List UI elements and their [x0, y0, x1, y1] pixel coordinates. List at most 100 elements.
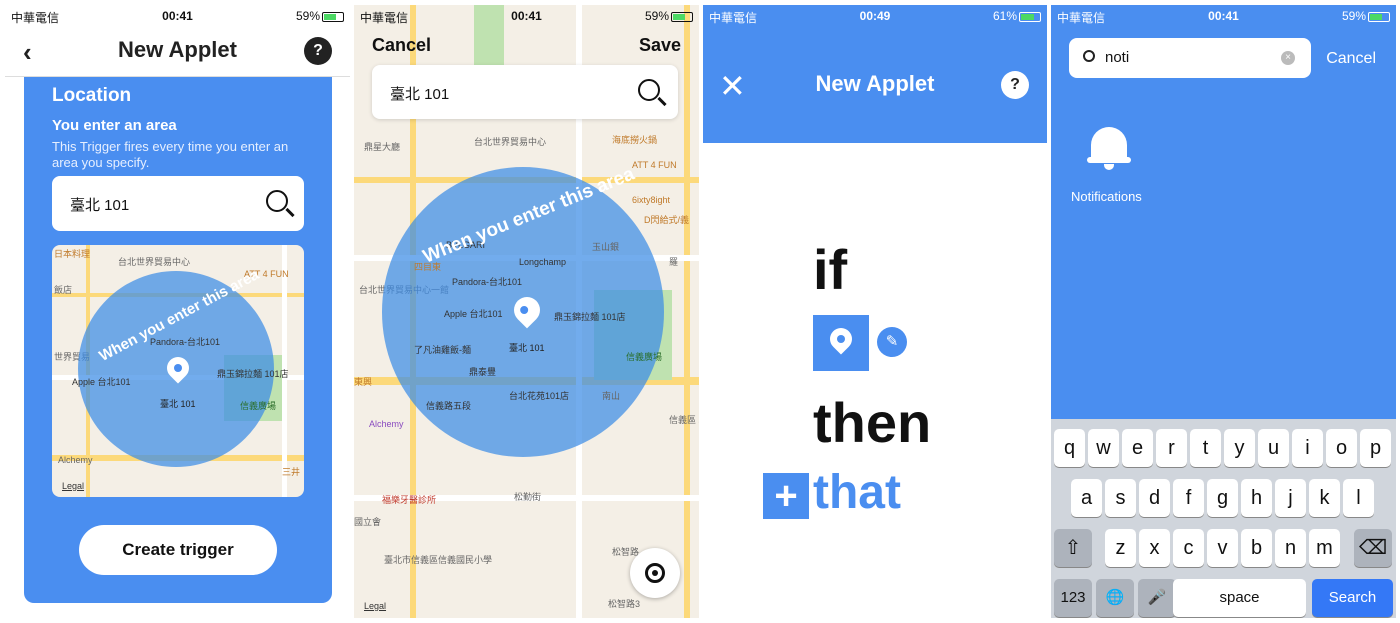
- trigger-card: Location You enter an area This Trigger …: [24, 77, 332, 603]
- search-icon[interactable]: [638, 79, 660, 101]
- key[interactable]: c: [1173, 529, 1204, 567]
- add-action-icon[interactable]: +: [763, 473, 809, 519]
- result-label[interactable]: Notifications: [1071, 189, 1142, 204]
- map-poi: Pandora-台北101: [452, 277, 523, 287]
- panel-location-trigger: 中華電信 00:41 59% ‹ New Applet ? Location Y…: [5, 5, 350, 618]
- search-value: 臺北 101: [70, 197, 130, 214]
- then-label: then: [813, 391, 932, 454]
- battery-percent: 59%: [1341, 9, 1366, 23]
- map-poi: 信義區 北市101店: [669, 415, 699, 425]
- key[interactable]: q: [1054, 429, 1085, 467]
- panel-applet-overview: 中華電信 00:49 61% ✕ New Applet ? if ✎ then …: [703, 5, 1047, 618]
- location-search-field[interactable]: 臺北 101: [372, 65, 678, 119]
- page-title: New Applet: [118, 37, 237, 62]
- globe-icon[interactable]: 🌐: [1096, 579, 1134, 617]
- key[interactable]: o: [1326, 429, 1357, 467]
- map-poi: 玉山銀: [592, 242, 620, 252]
- battery-icon: [1019, 11, 1041, 22]
- key[interactable]: z: [1105, 529, 1136, 567]
- battery-percent: 59%: [644, 9, 669, 23]
- help-button[interactable]: ?: [304, 37, 332, 65]
- edit-trigger-button[interactable]: ✎: [877, 327, 907, 357]
- header: 中華電信 00:49 61% ✕ New Applet ?: [703, 5, 1047, 143]
- numbers-key[interactable]: 123: [1054, 579, 1092, 617]
- search-key[interactable]: Search: [1312, 579, 1393, 617]
- key[interactable]: l: [1343, 479, 1374, 517]
- key[interactable]: y: [1224, 429, 1255, 467]
- key[interactable]: s: [1105, 479, 1136, 517]
- map-poi: 福樂牙醫診所: [382, 495, 437, 505]
- key[interactable]: n: [1275, 529, 1306, 567]
- key[interactable]: m: [1309, 529, 1340, 567]
- search-icon: [1083, 50, 1095, 62]
- trigger-description: This Trigger fires every time you enter …: [52, 139, 289, 170]
- map-poi: 羅: [669, 257, 679, 267]
- map-poi: 6ixty8ight: [632, 195, 671, 205]
- battery: 61%: [993, 9, 1041, 23]
- map-poi: 東興: [354, 377, 373, 387]
- battery: 59%: [645, 9, 693, 23]
- locate-me-button[interactable]: [630, 548, 680, 598]
- panel-map-editor: 中華電信 00:41 59% Cancel Save 臺北 101 台北世界貿易…: [354, 5, 699, 618]
- key[interactable]: t: [1190, 429, 1221, 467]
- status-bar: 中華電信 00:41 59%: [354, 5, 699, 27]
- battery-icon: [1368, 11, 1390, 22]
- key[interactable]: i: [1292, 429, 1323, 467]
- page-title: New Applet: [815, 71, 935, 96]
- key[interactable]: k: [1309, 479, 1340, 517]
- key[interactable]: a: [1071, 479, 1102, 517]
- map-poi: 鼎玉錦拉麵 101店: [217, 369, 289, 379]
- trigger-location-button[interactable]: [813, 315, 869, 371]
- map-poi: 國立會: [354, 517, 382, 527]
- help-button[interactable]: ?: [1001, 71, 1029, 99]
- map-poi: 信義廣場: [240, 401, 277, 411]
- key[interactable]: g: [1207, 479, 1238, 517]
- key[interactable]: j: [1275, 479, 1306, 517]
- key[interactable]: f: [1173, 479, 1204, 517]
- location-search-field[interactable]: 臺北 101: [52, 176, 304, 231]
- key[interactable]: v: [1207, 529, 1238, 567]
- key[interactable]: w: [1088, 429, 1119, 467]
- key[interactable]: b: [1241, 529, 1272, 567]
- battery-icon: [322, 11, 344, 22]
- map-poi: 臺北市信義區信義國民小學: [384, 555, 493, 565]
- key[interactable]: x: [1139, 529, 1170, 567]
- space-key[interactable]: space: [1173, 579, 1306, 617]
- shift-key[interactable]: ⇧: [1054, 529, 1092, 567]
- service-search-input[interactable]: noti ×: [1069, 38, 1311, 78]
- backspace-key[interactable]: ⌫: [1354, 529, 1392, 567]
- map-poi: Pandora-台北101: [150, 337, 221, 347]
- save-button[interactable]: Save: [639, 35, 681, 56]
- search-icon[interactable]: [266, 190, 288, 212]
- key[interactable]: h: [1241, 479, 1272, 517]
- key[interactable]: d: [1139, 479, 1170, 517]
- clear-icon[interactable]: ×: [1281, 51, 1295, 65]
- trigger-name: You enter an area: [52, 117, 177, 134]
- create-trigger-button[interactable]: Create trigger: [79, 525, 277, 575]
- that-button[interactable]: that: [813, 465, 901, 520]
- if-label: if: [813, 238, 848, 301]
- key[interactable]: p: [1360, 429, 1391, 467]
- map-poi: 鼎泰豐: [469, 367, 497, 377]
- microphone-icon[interactable]: 🎤: [1138, 579, 1176, 617]
- map-poi: 松勤街: [514, 492, 542, 502]
- map-poi: 信義路五段: [426, 401, 472, 411]
- map-legal-link[interactable]: Legal: [364, 601, 386, 611]
- key[interactable]: u: [1258, 429, 1289, 467]
- map-poi: Apple 台北101: [72, 377, 131, 387]
- status-bar: 中華電信 00:41 59%: [5, 5, 350, 27]
- search-query: noti: [1105, 49, 1130, 66]
- map-poi: 海底撈火鍋: [612, 135, 658, 145]
- map-legal-link[interactable]: Legal: [62, 481, 84, 491]
- cancel-button[interactable]: Cancel: [1326, 50, 1376, 68]
- bell-icon[interactable]: [1087, 123, 1131, 170]
- map-poi: 三井: [282, 467, 301, 477]
- pin-label: 臺北 101: [509, 343, 545, 353]
- crosshair-icon: [645, 563, 665, 583]
- header: ‹ New Applet ?: [5, 27, 350, 77]
- key[interactable]: r: [1156, 429, 1187, 467]
- map-poi: ATT 4 FUN: [632, 160, 677, 170]
- key[interactable]: e: [1122, 429, 1153, 467]
- map-preview[interactable]: 日本料理 台北世界貿易中心 ATT 4 FUN 飯店 世界貿易 Alchemy …: [52, 245, 304, 497]
- cancel-button[interactable]: Cancel: [372, 35, 431, 56]
